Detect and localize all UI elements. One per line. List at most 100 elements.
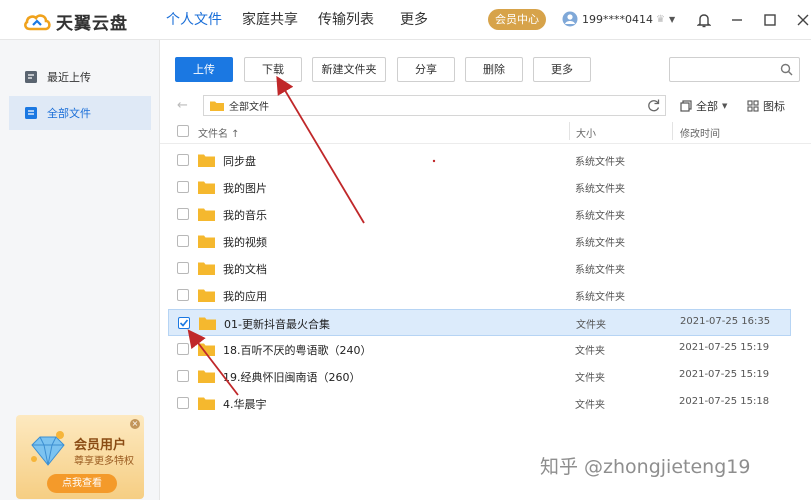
row-checkbox[interactable] — [177, 343, 189, 355]
file-size: 系统文件夹 — [575, 157, 625, 168]
column-header-time[interactable]: 修改时间 — [680, 125, 720, 140]
folder-icon — [198, 343, 215, 356]
column-divider[interactable] — [569, 122, 570, 140]
vip-center-button[interactable]: 会员中心 — [488, 9, 546, 30]
download-button[interactable]: 下载 — [244, 57, 302, 82]
breadcrumb[interactable]: 全部文件 — [203, 95, 666, 116]
file-name: 我的视频 — [223, 236, 267, 249]
table-row[interactable]: 我的音乐 系统文件夹 — [168, 201, 791, 228]
avatar-icon — [562, 11, 578, 27]
path-bar: ← 全部文件 全部 ▼ 图标 — [160, 92, 811, 118]
row-checkbox[interactable] — [177, 262, 189, 274]
row-checkbox[interactable] — [177, 289, 189, 301]
file-size: 系统文件夹 — [575, 211, 625, 222]
file-size: 系统文件夹 — [575, 184, 625, 195]
file-name: 我的音乐 — [223, 209, 267, 222]
filter-dropdown[interactable]: 全部 ▼ — [680, 98, 727, 114]
all-files-icon — [25, 107, 37, 119]
file-size: 系统文件夹 — [575, 292, 625, 303]
row-checkbox[interactable] — [177, 208, 189, 220]
close-icon[interactable]: × — [130, 419, 140, 429]
nav-transfer-list[interactable]: 传输列表 — [318, 0, 374, 40]
title-bar: 天翼云盘 个人文件 家庭共享 传输列表 更多 会员中心 199****0414 … — [0, 0, 811, 40]
column-header-size[interactable]: 大小 — [576, 125, 596, 140]
user-menu[interactable]: 199****0414 ♛ ▼ — [562, 11, 675, 27]
row-checkbox[interactable] — [177, 397, 189, 409]
folder-icon — [198, 181, 215, 194]
select-all-checkbox[interactable] — [177, 125, 189, 137]
maximize-icon[interactable] — [760, 10, 780, 30]
nav-personal-files[interactable]: 个人文件 — [166, 0, 222, 40]
watermark: 知乎 @zhongjieteng19 — [540, 456, 751, 478]
toolbar: 上传 下载 新建文件夹 分享 删除 更多 — [160, 50, 811, 90]
file-name: 我的图片 — [223, 182, 267, 195]
app-name: 天翼云盘 — [56, 14, 128, 34]
folder-icon — [198, 208, 215, 221]
row-checkbox[interactable] — [177, 154, 189, 166]
minimize-icon[interactable] — [727, 10, 747, 30]
file-time: 2021-07-25 15:18 — [679, 396, 770, 407]
file-size: 文件夹 — [576, 320, 606, 331]
nav-more[interactable]: 更多 — [400, 0, 428, 40]
crown-icon: ♛ — [656, 13, 665, 25]
table-row[interactable]: 我的文档 系统文件夹 — [168, 255, 791, 282]
upload-button[interactable]: 上传 — [175, 57, 233, 82]
table-row[interactable]: 18.百听不厌的粤语歌（240） 文件夹 2021-07-25 15:19 — [168, 336, 791, 363]
chevron-down-icon: ▼ — [668, 14, 676, 24]
promo-view-button[interactable]: 点我查看 — [47, 474, 117, 493]
diamond-gift-icon — [31, 431, 65, 466]
folder-icon — [199, 317, 216, 330]
file-time: 2021-07-25 15:19 — [679, 369, 770, 380]
file-time: 2021-07-25 16:35 — [680, 316, 771, 327]
chevron-down-icon: ▼ — [722, 102, 728, 110]
copy-icon — [680, 100, 692, 112]
row-checkbox[interactable] — [177, 235, 189, 247]
folder-icon — [198, 154, 215, 167]
filter-label: 全部 — [696, 100, 718, 113]
share-button[interactable]: 分享 — [397, 57, 455, 82]
username: 199****0414 — [582, 12, 653, 26]
new-folder-button[interactable]: 新建文件夹 — [312, 57, 386, 82]
row-checkbox-checked[interactable] — [178, 317, 190, 329]
breadcrumb-current: 全部文件 — [229, 102, 269, 113]
file-size: 系统文件夹 — [575, 238, 625, 249]
file-name: 01-更新抖音最火合集 — [224, 318, 330, 331]
table-row[interactable]: 同步盘 系统文件夹 — [168, 147, 791, 174]
table-row[interactable]: 我的图片 系统文件夹 — [168, 174, 791, 201]
search-input[interactable] — [669, 57, 800, 82]
back-arrow-icon[interactable]: ← — [177, 98, 188, 113]
folder-icon — [198, 289, 215, 302]
sidebar-item-label: 最近上传 — [47, 71, 91, 84]
more-button[interactable]: 更多 — [533, 57, 591, 82]
folder-icon — [198, 370, 215, 383]
refresh-icon[interactable] — [646, 98, 661, 113]
nav-family-share[interactable]: 家庭共享 — [242, 0, 298, 40]
sidebar-item-all-files[interactable]: 全部文件 — [9, 96, 151, 130]
folder-icon — [198, 397, 215, 410]
row-checkbox[interactable] — [177, 181, 189, 193]
table-row[interactable]: 我的视频 系统文件夹 — [168, 228, 791, 255]
file-name: 19.经典怀旧闽南语（260） — [223, 371, 361, 384]
sidebar: 最近上传 全部文件 × 会员用户 尊享更多特权 点我查看 — [0, 40, 160, 500]
folder-icon — [198, 235, 215, 248]
file-name: 18.百听不厌的粤语歌（240） — [223, 344, 372, 357]
view-mode-toggle[interactable]: 图标 — [747, 98, 785, 114]
column-divider[interactable] — [672, 122, 673, 140]
column-header-name[interactable]: 文件名 ↑ — [198, 125, 240, 140]
table-row-selected[interactable]: 01-更新抖音最火合集 文件夹 2021-07-25 16:35 — [168, 309, 791, 336]
table-row[interactable]: 4.华晨宇 文件夹 2021-07-25 15:18 — [168, 390, 791, 417]
row-checkbox[interactable] — [177, 370, 189, 382]
file-time: 2021-07-25 15:19 — [679, 342, 770, 353]
promo-title: 会员用户 — [74, 438, 127, 453]
file-name: 我的文档 — [223, 263, 267, 276]
bell-icon[interactable] — [694, 10, 714, 30]
delete-button[interactable]: 删除 — [465, 57, 523, 82]
file-name: 4.华晨宇 — [223, 398, 267, 411]
app-logo: 天翼云盘 — [22, 9, 128, 34]
table-row[interactable]: 我的应用 系统文件夹 — [168, 282, 791, 309]
table-row[interactable]: 19.经典怀旧闽南语（260） 文件夹 2021-07-25 15:19 — [168, 363, 791, 390]
top-nav: 个人文件 家庭共享 传输列表 更多 — [166, 0, 448, 40]
close-icon[interactable] — [793, 10, 811, 30]
search-icon[interactable] — [780, 63, 793, 76]
sidebar-item-recent-upload[interactable]: 最近上传 — [9, 60, 151, 94]
